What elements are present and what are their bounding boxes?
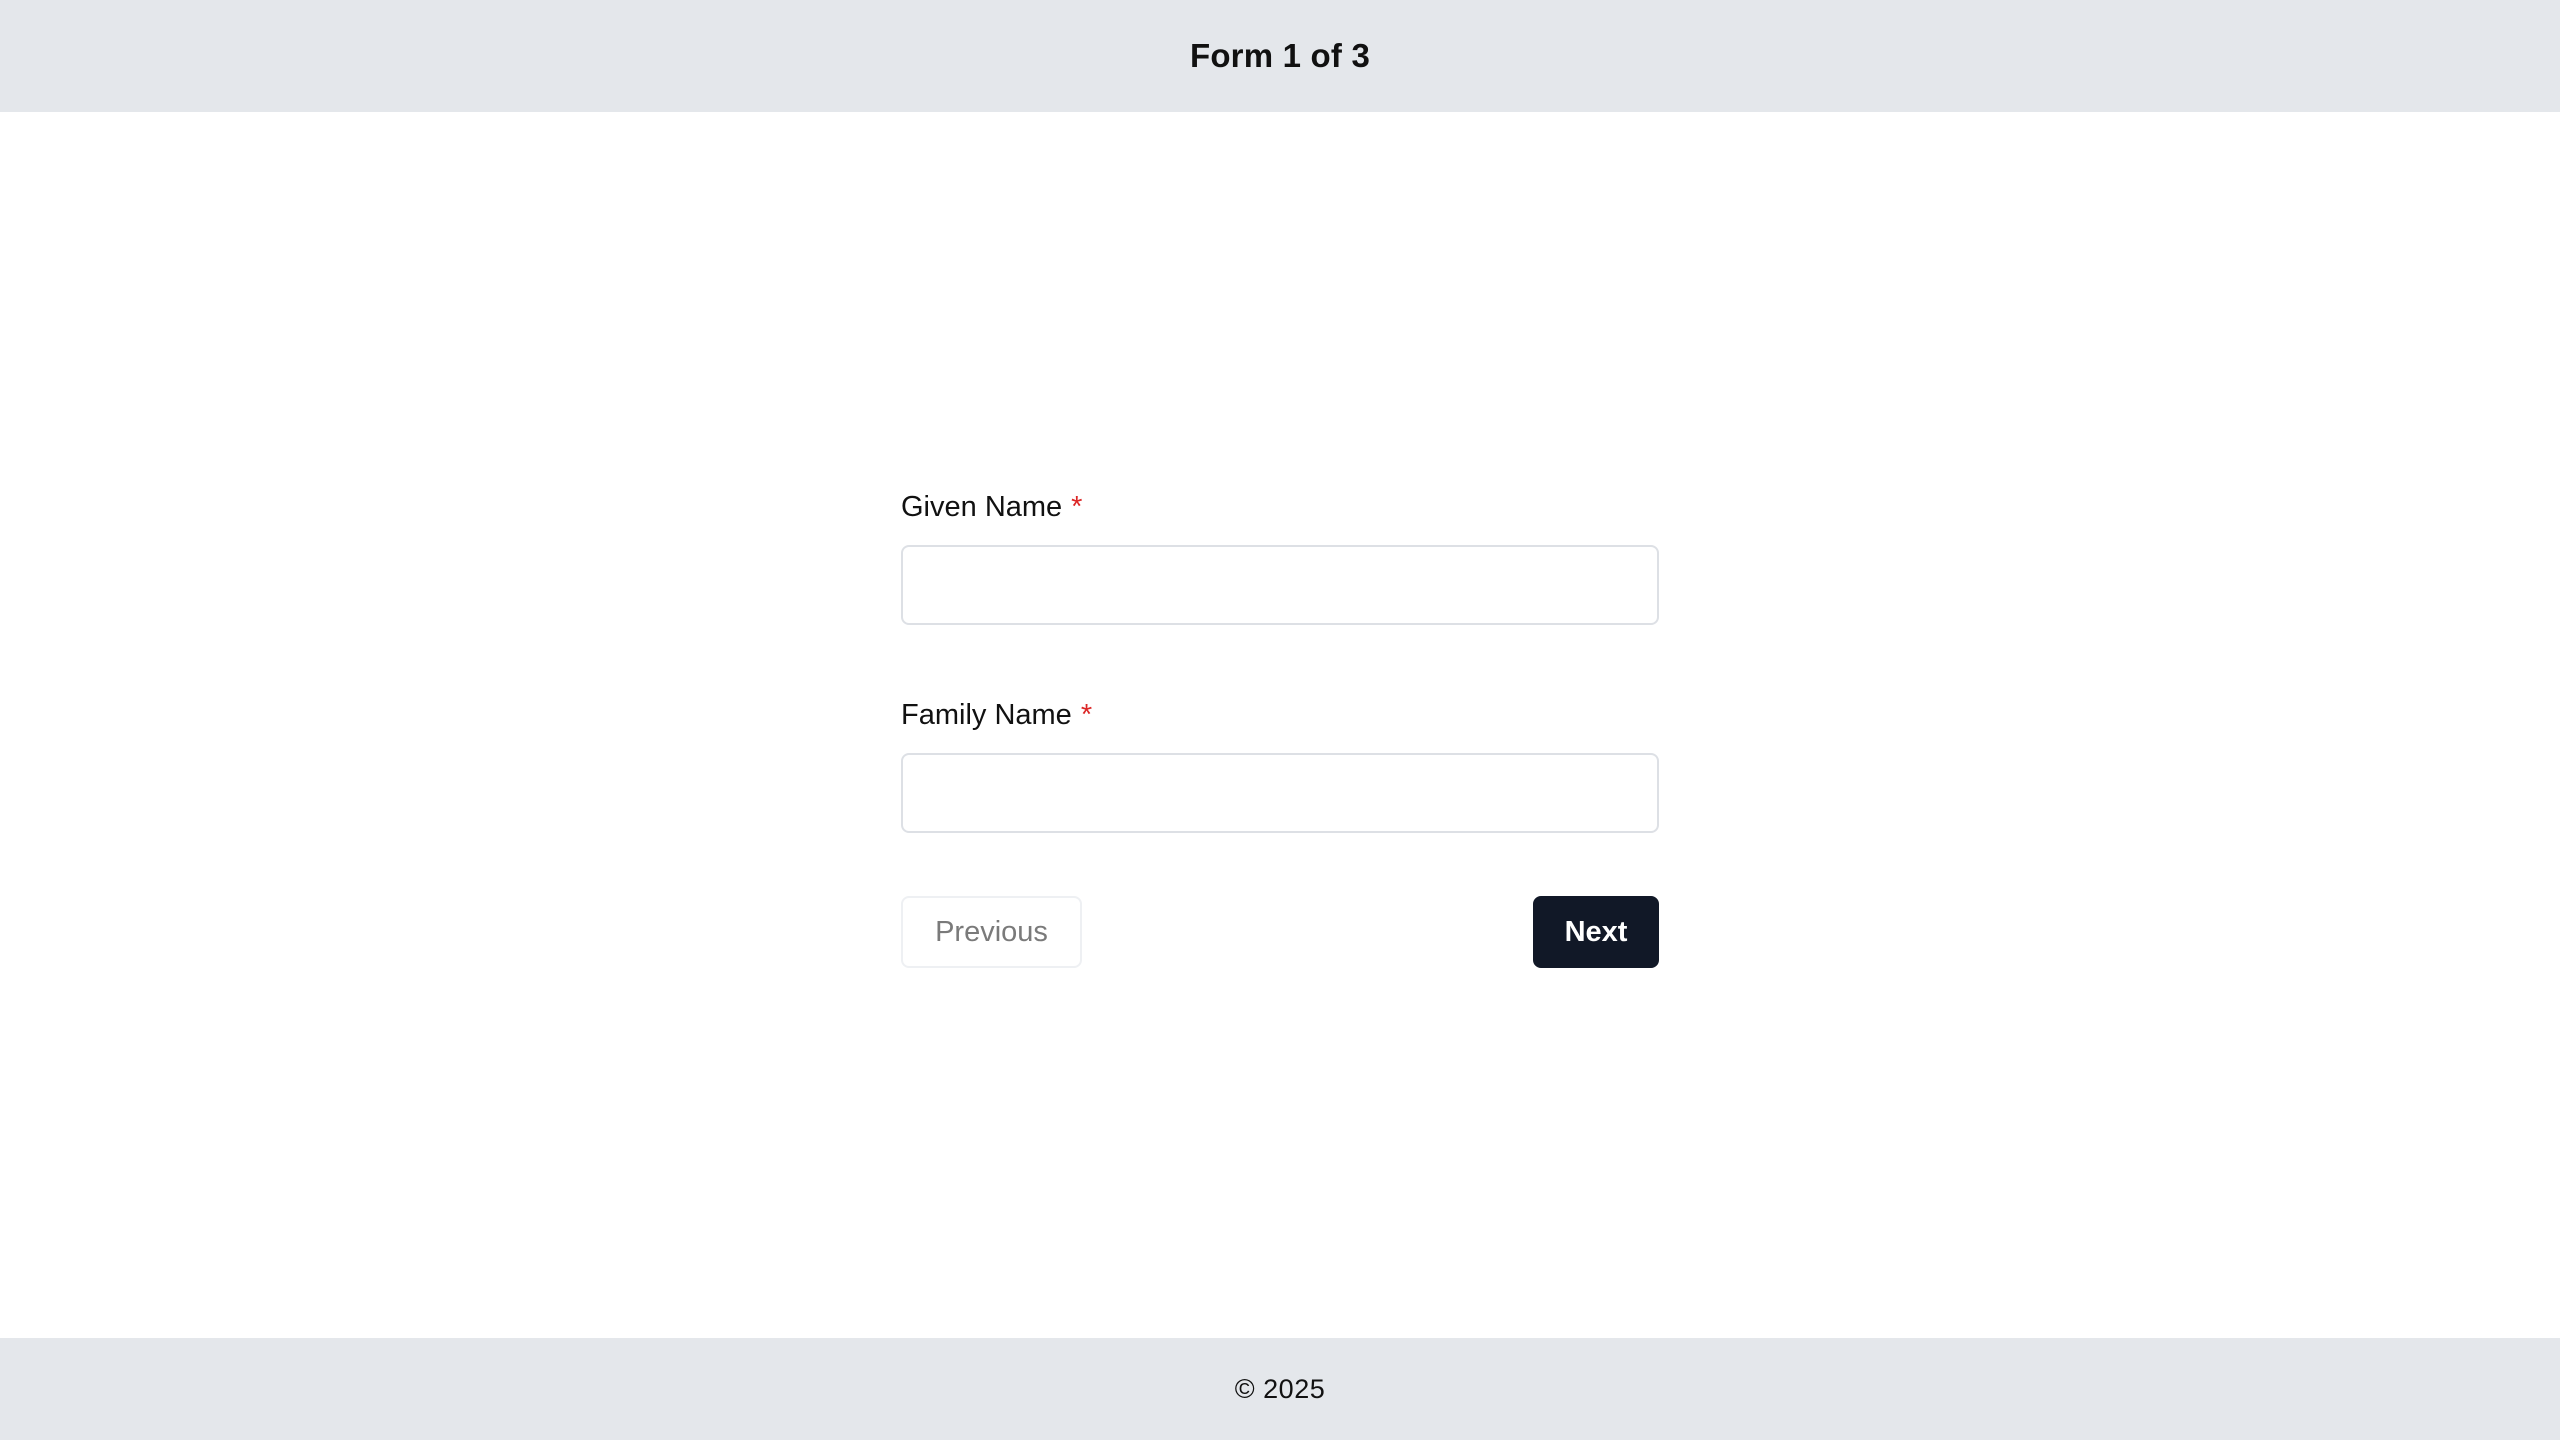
family-name-label: Family Name * xyxy=(901,694,1659,736)
family-name-field-group: Family Name * xyxy=(901,694,1659,833)
form-actions: Previous Next xyxy=(901,896,1659,968)
given-name-field-group: Given Name * xyxy=(901,486,1659,625)
family-name-label-text: Family Name xyxy=(901,699,1072,731)
page-header: Form 1 of 3 xyxy=(0,0,2560,112)
page-title: Form 1 of 3 xyxy=(1189,37,1371,74)
given-name-input[interactable] xyxy=(901,545,1659,625)
copyright-text: © 2025 xyxy=(1234,1373,1326,1404)
given-name-label-text: Given Name xyxy=(901,491,1063,523)
page-footer: © 2025 xyxy=(0,1338,2560,1440)
required-mark: * xyxy=(1071,491,1083,523)
next-button[interactable]: Next xyxy=(1533,896,1659,968)
required-mark: * xyxy=(1080,699,1093,731)
previous-button[interactable]: Previous xyxy=(901,896,1082,968)
family-name-input[interactable] xyxy=(901,753,1659,833)
page: Form 1 of 3 Given Name * Family Name * P… xyxy=(0,0,2560,1440)
given-name-label: Given Name * xyxy=(901,486,1659,528)
